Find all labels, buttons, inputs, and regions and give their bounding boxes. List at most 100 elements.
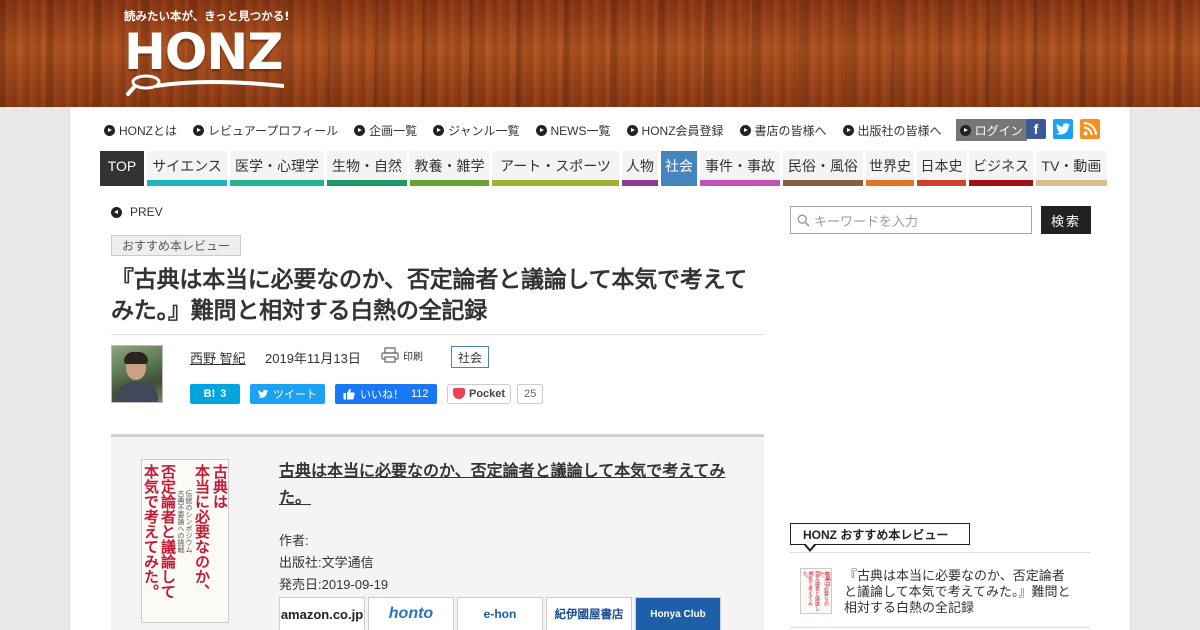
honz-logo[interactable]: 読みたい本が、きっと見つかる! HONZ xyxy=(124,8,294,100)
magnifier-book-icon xyxy=(126,74,284,96)
category-tab[interactable]: 事件・事故 xyxy=(700,151,780,186)
prev-link[interactable]: PREV xyxy=(111,205,163,219)
print-label: 印刷 xyxy=(403,351,423,363)
divider xyxy=(111,334,764,335)
hatena-count: 3 xyxy=(220,387,227,400)
page-column: HONZとは レビュアープロフィール 企画一覧 ジャンル一覧 NEWS一覧 HO… xyxy=(69,107,1131,630)
twitter-bird-icon xyxy=(258,389,268,398)
nav-label: 出版社の皆様へ xyxy=(857,123,942,138)
category-tab[interactable]: アート・スポーツ xyxy=(492,151,619,186)
category-tab[interactable]: 世界史 xyxy=(866,151,914,186)
prev-label: PREV xyxy=(130,205,163,219)
nav-about[interactable]: HONZとは xyxy=(102,119,179,141)
book-publisher: 出版社:文学通信 xyxy=(279,555,374,570)
amazon-store-button[interactable]: amazon.co.jp xyxy=(279,597,365,630)
category-tab[interactable]: 人物 xyxy=(622,151,658,186)
category-tab[interactable]: 医学・心理学 xyxy=(230,151,324,186)
author-name[interactable]: 西野 智紀 xyxy=(190,348,246,367)
category-color-bar xyxy=(1036,180,1107,186)
book-title-link[interactable]: 古典は本当に必要なのか、否定論者と議論して本気で考えてみた。 xyxy=(279,457,739,511)
category-color-bar xyxy=(230,180,324,186)
category-tab-label: TV・動画 xyxy=(1036,151,1107,180)
kinokuniya-store-button[interactable]: 紀伊國屋書店 xyxy=(546,597,632,630)
recommended-article-link[interactable]: 『古典は本当に必要なのか、否定論者と議論して本気で考えてみた。』難問と相対する白… xyxy=(844,568,1076,616)
nav-for-bookstores[interactable]: 書店の皆様へ xyxy=(738,119,829,141)
arrow-circle-icon xyxy=(535,124,547,136)
author-avatar[interactable] xyxy=(111,345,163,403)
nav-genres[interactable]: ジャンル一覧 xyxy=(431,119,521,141)
category-tab[interactable]: サイエンス xyxy=(147,151,227,186)
honyaclub-store-button[interactable]: Honya Club xyxy=(635,597,721,630)
article-title: 『古典は本当に必要なのか、否定論者と議論して本気で考えてみた。』難問と相対する白… xyxy=(111,267,748,324)
pocket-button[interactable]: Pocket xyxy=(447,383,512,404)
book-author: 作者: xyxy=(279,533,309,548)
nav-news[interactable]: NEWS一覧 xyxy=(534,119,613,141)
category-tab[interactable]: 社会 xyxy=(661,151,697,186)
nav-for-publishers[interactable]: 出版社の皆様へ xyxy=(841,119,944,141)
book-cover[interactable]: 古典は 本当に必要なのか、 否定論者と議論して 本気で考えてみた。 伝統のシンポ… xyxy=(141,459,229,623)
category-color-bar xyxy=(100,180,144,186)
heading-pointer xyxy=(803,543,817,552)
category-color-bar xyxy=(700,180,780,186)
search-placeholder: キーワードを入力 xyxy=(814,213,919,229)
print-link[interactable]: 印刷 xyxy=(381,347,423,363)
category-color-bar xyxy=(783,180,863,186)
cover-subtitle: 伝統のシンポジウム xyxy=(185,490,193,553)
cover-title-line: 本気で考えてみた。 xyxy=(142,464,160,599)
category-tab-label: 医学・心理学 xyxy=(230,151,324,180)
tweet-button[interactable]: ツイート xyxy=(250,383,325,404)
category-color-bar xyxy=(327,180,407,186)
category-color-bar xyxy=(147,180,227,186)
category-tab[interactable]: TOP xyxy=(100,151,144,186)
category-tab-label: TOP xyxy=(100,151,144,180)
rss-icon[interactable] xyxy=(1080,119,1100,139)
category-tab[interactable]: 教養・雑学 xyxy=(410,151,489,186)
recommended-book-thumbnail[interactable]: 古典は 本当に必要なのか、 否定論者と議論して 本気で考えてみた。 xyxy=(800,568,832,614)
book-info-box: 古典は 本当に必要なのか、 否定論者と議論して 本気で考えてみた。 伝統のシンポ… xyxy=(111,434,764,630)
site-header: 読みたい本が、きっと見つかる! HONZ xyxy=(0,0,1200,107)
category-tab[interactable]: 生物・自然 xyxy=(327,151,407,186)
nav-label: 書店の皆様へ xyxy=(754,123,827,138)
honto-store-button[interactable]: honto xyxy=(368,597,454,630)
cover-title-line: 否定論者と議論して xyxy=(159,464,177,599)
category-badge[interactable]: おすすめ本レビュー xyxy=(111,235,242,256)
category-tab[interactable]: 民俗・風俗 xyxy=(783,151,863,186)
nav-reviewer-profile[interactable]: レビュアープロフィール xyxy=(191,119,340,141)
category-tab-label: ビジネス xyxy=(969,151,1033,180)
category-color-bar xyxy=(492,180,619,186)
post-date: 2019年11月13日 xyxy=(265,351,361,366)
nav-label: HONZとは xyxy=(119,123,177,138)
category-tab-label: 事件・事故 xyxy=(700,151,780,180)
category-tab-label: アート・スポーツ xyxy=(492,151,619,180)
nav-features[interactable]: 企画一覧 xyxy=(352,119,419,141)
like-count: 112 xyxy=(411,387,429,400)
nav-label: HONZ会員登録 xyxy=(641,123,724,138)
category-color-bar xyxy=(969,180,1033,186)
facebook-icon[interactable]: f xyxy=(1026,119,1046,139)
arrow-circle-icon xyxy=(959,124,971,136)
twitter-icon[interactable] xyxy=(1053,119,1073,139)
login-button[interactable]: ログイン xyxy=(955,119,1027,141)
tweet-label: ツイート xyxy=(273,388,317,401)
search-button[interactable]: 検索 xyxy=(1041,206,1091,234)
category-color-bar xyxy=(661,180,697,186)
category-tab[interactable]: TV・動画 xyxy=(1036,151,1107,186)
search-input[interactable]: キーワードを入力 xyxy=(790,206,1032,234)
article-tag[interactable]: 社会 xyxy=(451,346,490,368)
category-tab-label: サイエンス xyxy=(147,151,227,180)
category-tab-label: 日本史 xyxy=(917,151,966,180)
pocket-share: Pocket 25 xyxy=(447,383,544,404)
hatena-icon: B! xyxy=(203,387,216,400)
category-tab[interactable]: ビジネス xyxy=(969,151,1033,186)
nav-member-register[interactable]: HONZ会員登録 xyxy=(625,119,726,141)
hatena-bookmark-button[interactable]: B! 3 xyxy=(190,383,240,404)
pocket-count: 25 xyxy=(517,383,544,404)
category-color-bar xyxy=(622,180,658,186)
thumb-title: 本気で考えてみた。 xyxy=(802,571,813,606)
category-tab[interactable]: 日本史 xyxy=(917,151,966,186)
category-tab-label: 社会 xyxy=(661,151,697,180)
ehon-store-button[interactable]: e-hon xyxy=(457,597,543,630)
cover-subtitle: 古典不要論への挑戦 xyxy=(177,490,185,553)
cover-title-line: 本当に必要なのか、 xyxy=(193,464,211,599)
facebook-like-button[interactable]: いいね！ 112 xyxy=(335,383,437,404)
